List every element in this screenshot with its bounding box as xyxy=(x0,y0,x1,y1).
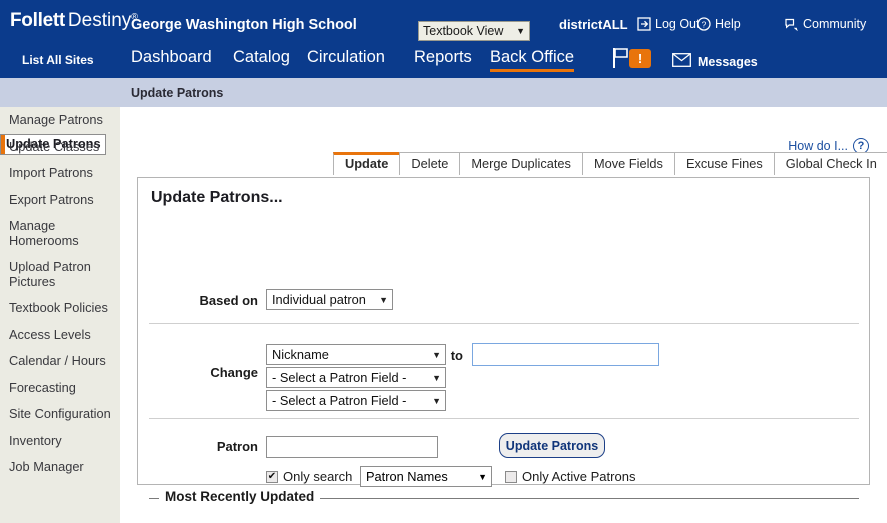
change-field-select-1[interactable]: Nickname ▼ xyxy=(266,344,446,365)
only-search-scope-select[interactable]: Patron Names ▼ xyxy=(360,466,492,487)
nav-item-back-office[interactable]: Back Office xyxy=(490,48,574,72)
sidebar-item-inventory[interactable]: Inventory xyxy=(0,428,120,455)
based-on-label: Based on xyxy=(178,293,258,308)
to-label: to xyxy=(443,348,463,363)
nav-item-catalog[interactable]: Catalog xyxy=(233,48,290,67)
chevron-down-icon: ▼ xyxy=(432,373,441,383)
breadcrumb: Update Patrons xyxy=(131,86,223,100)
change-to-input[interactable] xyxy=(472,343,659,366)
change-field-value-1: Nickname xyxy=(272,347,428,362)
most-recently-updated-legend: Most Recently Updated xyxy=(159,489,320,504)
change-field-value-3: - Select a Patron Field - xyxy=(272,393,428,408)
help-link[interactable]: ? Help xyxy=(697,17,741,31)
sidebar-item-job-manager[interactable]: Job Manager xyxy=(0,454,120,481)
tab-update[interactable]: Update xyxy=(333,152,400,175)
sidebar-item-textbook-policies[interactable]: Textbook Policies xyxy=(0,295,120,322)
view-mode-value: Textbook View xyxy=(423,24,514,38)
main-content: How do I... ? Update Delete Merge Duplic… xyxy=(120,107,887,523)
community-speech-icon xyxy=(784,17,799,31)
logout-icon xyxy=(637,17,651,31)
sidebar-item-forecasting[interactable]: Forecasting xyxy=(0,375,120,402)
only-search-scope-value: Patron Names xyxy=(366,469,478,484)
only-active-patrons-checkbox-group[interactable]: Only Active Patrons xyxy=(505,469,635,484)
messages-label: Messages xyxy=(698,55,758,69)
brand-follett: Follett xyxy=(10,10,65,31)
update-patrons-panel: Update Patrons... Based on Individual pa… xyxy=(137,177,870,485)
alerts-flag[interactable]: ! xyxy=(611,47,655,69)
chevron-down-icon: ▼ xyxy=(379,295,388,305)
patron-label: Patron xyxy=(178,439,258,454)
nav-item-circulation[interactable]: Circulation xyxy=(307,48,385,67)
sidebar-item-access-levels[interactable]: Access Levels xyxy=(0,322,120,349)
tab-bar: Update Delete Merge Duplicates Move Fiel… xyxy=(333,152,887,175)
only-active-patrons-label: Only Active Patrons xyxy=(522,469,635,484)
chevron-down-icon: ▼ xyxy=(516,26,525,36)
sidebar-item-site-configuration[interactable]: Site Configuration xyxy=(0,401,120,428)
only-search-label: Only search xyxy=(283,469,352,484)
divider xyxy=(149,323,859,324)
application-window: FollettDestiny® George Washington High S… xyxy=(0,0,887,523)
patron-input[interactable] xyxy=(266,436,438,458)
change-label: Change xyxy=(178,365,258,380)
divider xyxy=(149,418,859,419)
nav-item-reports[interactable]: Reports xyxy=(414,48,472,67)
envelope-icon xyxy=(672,53,691,70)
only-search-checkbox-group[interactable]: ✔ Only search xyxy=(266,469,352,484)
follett-destiny-logo: FollettDestiny® xyxy=(10,10,138,32)
update-patrons-button[interactable]: Update Patrons xyxy=(499,433,605,458)
log-out-label: Log Out xyxy=(655,17,699,31)
how-do-i-label: How do I... xyxy=(788,139,848,153)
svg-text:?: ? xyxy=(702,19,707,29)
chevron-down-icon: ▼ xyxy=(478,472,487,482)
flag-icon xyxy=(611,47,631,69)
change-field-select-3[interactable]: - Select a Patron Field - ▼ xyxy=(266,390,446,411)
list-all-sites-link[interactable]: List All Sites xyxy=(22,53,94,67)
only-search-checkbox[interactable]: ✔ xyxy=(266,471,278,483)
based-on-value: Individual patron xyxy=(272,292,375,307)
sidebar-item-upload-patron-pictures[interactable]: Upload Patron Pictures xyxy=(0,254,120,295)
sidebar-item-import-patrons[interactable]: Import Patrons xyxy=(0,160,120,187)
brand-destiny: Destiny xyxy=(68,10,131,31)
sidebar-item-manage-homerooms[interactable]: Manage Homerooms xyxy=(0,213,120,254)
district-label: districtALL xyxy=(559,17,628,32)
help-label: Help xyxy=(715,17,741,31)
school-name: George Washington High School xyxy=(131,17,357,33)
community-label: Community xyxy=(803,17,866,31)
sidebar-item-calendar-hours[interactable]: Calendar / Hours xyxy=(0,348,120,375)
tab-excuse-fines[interactable]: Excuse Fines xyxy=(674,152,775,175)
alert-badge: ! xyxy=(629,49,651,68)
view-mode-select[interactable]: Textbook View ▼ xyxy=(418,21,530,41)
change-field-value-2: - Select a Patron Field - xyxy=(272,370,428,385)
only-active-patrons-checkbox[interactable] xyxy=(505,471,517,483)
community-link[interactable]: Community xyxy=(784,17,866,31)
tab-delete[interactable]: Delete xyxy=(399,152,460,175)
sidebar: Manage Patrons Update Patrons Update Cla… xyxy=(0,107,120,523)
chevron-down-icon: ▼ xyxy=(432,396,441,406)
nav-item-dashboard[interactable]: Dashboard xyxy=(131,48,212,67)
messages-link[interactable]: Messages xyxy=(672,53,758,70)
tab-global-check-in[interactable]: Global Check In xyxy=(774,152,887,175)
sidebar-item-update-classes[interactable]: Update Classes xyxy=(0,134,120,161)
help-circle-icon: ? xyxy=(697,17,711,31)
chevron-down-icon: ▼ xyxy=(432,350,441,360)
based-on-select[interactable]: Individual patron ▼ xyxy=(266,289,393,310)
page-title: Update Patrons... xyxy=(151,189,283,207)
tab-merge-duplicates[interactable]: Merge Duplicates xyxy=(459,152,583,175)
sidebar-item-export-patrons[interactable]: Export Patrons xyxy=(0,187,120,214)
sidebar-item-manage-patrons[interactable]: Manage Patrons xyxy=(0,107,120,134)
change-field-select-2[interactable]: - Select a Patron Field - ▼ xyxy=(266,367,446,388)
tab-move-fields[interactable]: Move Fields xyxy=(582,152,675,175)
log-out-link[interactable]: Log Out xyxy=(637,17,699,31)
